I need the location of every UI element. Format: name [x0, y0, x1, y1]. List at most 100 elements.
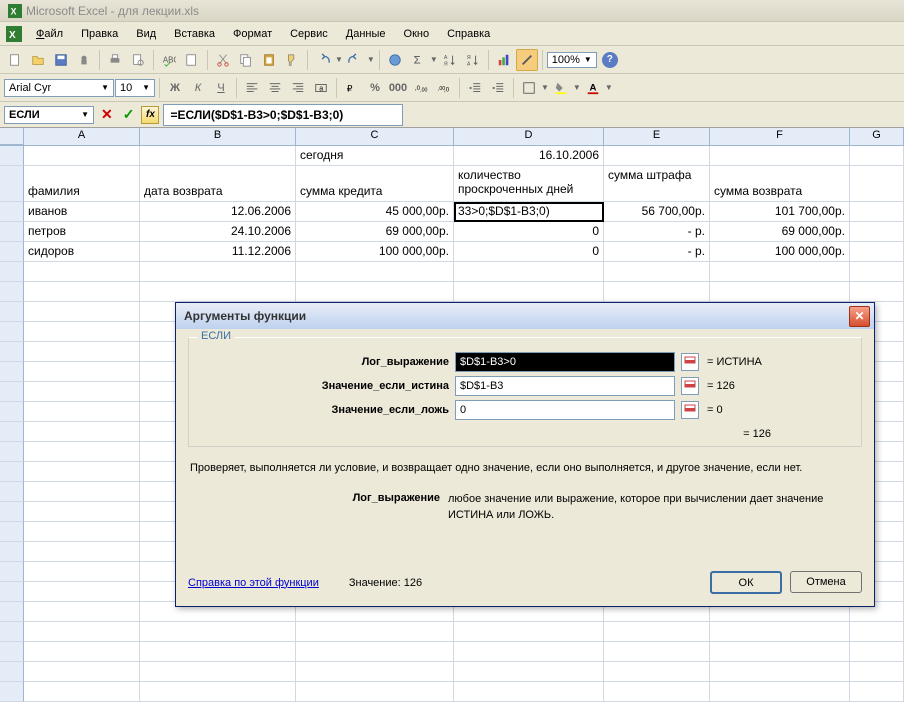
- ok-button[interactable]: ОК: [710, 571, 782, 594]
- cell[interactable]: [140, 642, 296, 662]
- borders-icon[interactable]: [518, 77, 540, 99]
- cell[interactable]: 11.12.2006: [140, 242, 296, 262]
- row-header[interactable]: [0, 282, 24, 302]
- cell[interactable]: [850, 642, 904, 662]
- row-header[interactable]: [0, 362, 24, 382]
- close-icon[interactable]: ✕: [849, 306, 870, 327]
- row-header[interactable]: [0, 166, 24, 202]
- save-icon[interactable]: [50, 49, 72, 71]
- research-icon[interactable]: [181, 49, 203, 71]
- cell[interactable]: [454, 282, 604, 302]
- cell[interactable]: [24, 682, 140, 702]
- row-header[interactable]: [0, 442, 24, 462]
- cell[interactable]: [604, 682, 710, 702]
- cell[interactable]: [24, 282, 140, 302]
- row-header[interactable]: [0, 542, 24, 562]
- row-header[interactable]: [0, 662, 24, 682]
- cell[interactable]: дата возврата: [140, 166, 296, 202]
- function-help-link[interactable]: Справка по этой функции: [188, 577, 319, 589]
- cell[interactable]: [850, 282, 904, 302]
- print-icon[interactable]: [104, 49, 126, 71]
- cell[interactable]: сумма штрафа: [604, 166, 710, 202]
- cancel-button[interactable]: Отмена: [790, 571, 862, 593]
- cell[interactable]: [24, 342, 140, 362]
- copy-icon[interactable]: [235, 49, 257, 71]
- col-header-A[interactable]: A: [24, 128, 140, 145]
- zoom-combo[interactable]: 100%▼: [547, 52, 597, 68]
- cell[interactable]: [604, 146, 710, 166]
- cell[interactable]: [24, 302, 140, 322]
- cell[interactable]: [24, 462, 140, 482]
- cell[interactable]: [454, 662, 604, 682]
- menu-file[interactable]: Файлdocument.currentScript.previousSibli…: [28, 25, 71, 43]
- cell[interactable]: [850, 222, 904, 242]
- name-box[interactable]: ЕСЛИ▼: [4, 106, 94, 124]
- cell[interactable]: [710, 282, 850, 302]
- arg1-input[interactable]: [455, 352, 675, 372]
- cell[interactable]: [24, 562, 140, 582]
- cell[interactable]: сумма возврата: [710, 166, 850, 202]
- row-header[interactable]: [0, 242, 24, 262]
- col-header-E[interactable]: E: [604, 128, 710, 145]
- menu-data[interactable]: Данные: [338, 25, 394, 43]
- row-header[interactable]: [0, 402, 24, 422]
- align-left-icon[interactable]: [241, 77, 263, 99]
- menu-edit[interactable]: Правка: [73, 25, 126, 43]
- cell[interactable]: [296, 622, 454, 642]
- sort-asc-icon[interactable]: АЯ: [439, 49, 461, 71]
- cell[interactable]: [850, 682, 904, 702]
- cancel-edit-icon[interactable]: ✕: [98, 106, 116, 123]
- cell[interactable]: - р.: [604, 242, 710, 262]
- cut-icon[interactable]: [212, 49, 234, 71]
- cell[interactable]: [140, 662, 296, 682]
- cell[interactable]: [24, 642, 140, 662]
- row-header[interactable]: [0, 262, 24, 282]
- cell[interactable]: 100 000,00р.: [710, 242, 850, 262]
- cell[interactable]: 12.06.2006: [140, 202, 296, 222]
- align-right-icon[interactable]: [287, 77, 309, 99]
- cell[interactable]: [296, 642, 454, 662]
- row-header[interactable]: [0, 422, 24, 442]
- cell[interactable]: [24, 262, 140, 282]
- comma-icon[interactable]: 000: [387, 77, 409, 99]
- cell[interactable]: [24, 322, 140, 342]
- collapse-dialog-icon[interactable]: [681, 353, 699, 371]
- col-header-B[interactable]: B: [140, 128, 296, 145]
- underline-icon[interactable]: Ч: [210, 77, 232, 99]
- cell[interactable]: фамилия: [24, 166, 140, 202]
- undo-icon[interactable]: [312, 49, 334, 71]
- menu-view[interactable]: Вид: [128, 25, 164, 43]
- row-header[interactable]: [0, 202, 24, 222]
- cell[interactable]: [710, 622, 850, 642]
- cell[interactable]: петров: [24, 222, 140, 242]
- currency-icon[interactable]: ₽: [341, 77, 363, 99]
- cell[interactable]: [454, 682, 604, 702]
- cell[interactable]: [140, 282, 296, 302]
- collapse-dialog-icon[interactable]: [681, 377, 699, 395]
- cell[interactable]: 0: [454, 222, 604, 242]
- row-header[interactable]: [0, 382, 24, 402]
- paste-icon[interactable]: [258, 49, 280, 71]
- autosum-icon[interactable]: Σ: [407, 49, 429, 71]
- undo-dropdown-icon[interactable]: ▼: [335, 55, 343, 64]
- cell[interactable]: 16.10.2006: [454, 146, 604, 166]
- cell[interactable]: [604, 622, 710, 642]
- cell[interactable]: [24, 602, 140, 622]
- row-header[interactable]: [0, 342, 24, 362]
- cell[interactable]: 45 000,00р.: [296, 202, 454, 222]
- cell[interactable]: [24, 582, 140, 602]
- accept-edit-icon[interactable]: ✓: [120, 106, 138, 123]
- cell[interactable]: 69 000,00р.: [710, 222, 850, 242]
- cell[interactable]: [454, 262, 604, 282]
- cell[interactable]: [24, 442, 140, 462]
- new-icon[interactable]: [4, 49, 26, 71]
- cell[interactable]: [850, 262, 904, 282]
- cell[interactable]: [710, 146, 850, 166]
- fx-icon[interactable]: fx: [141, 106, 159, 124]
- select-all-corner[interactable]: [0, 128, 24, 145]
- cell[interactable]: [296, 682, 454, 702]
- row-header[interactable]: [0, 482, 24, 502]
- menu-window[interactable]: Окно: [396, 25, 438, 43]
- align-center-icon[interactable]: [264, 77, 286, 99]
- menu-help[interactable]: Справка: [439, 25, 498, 43]
